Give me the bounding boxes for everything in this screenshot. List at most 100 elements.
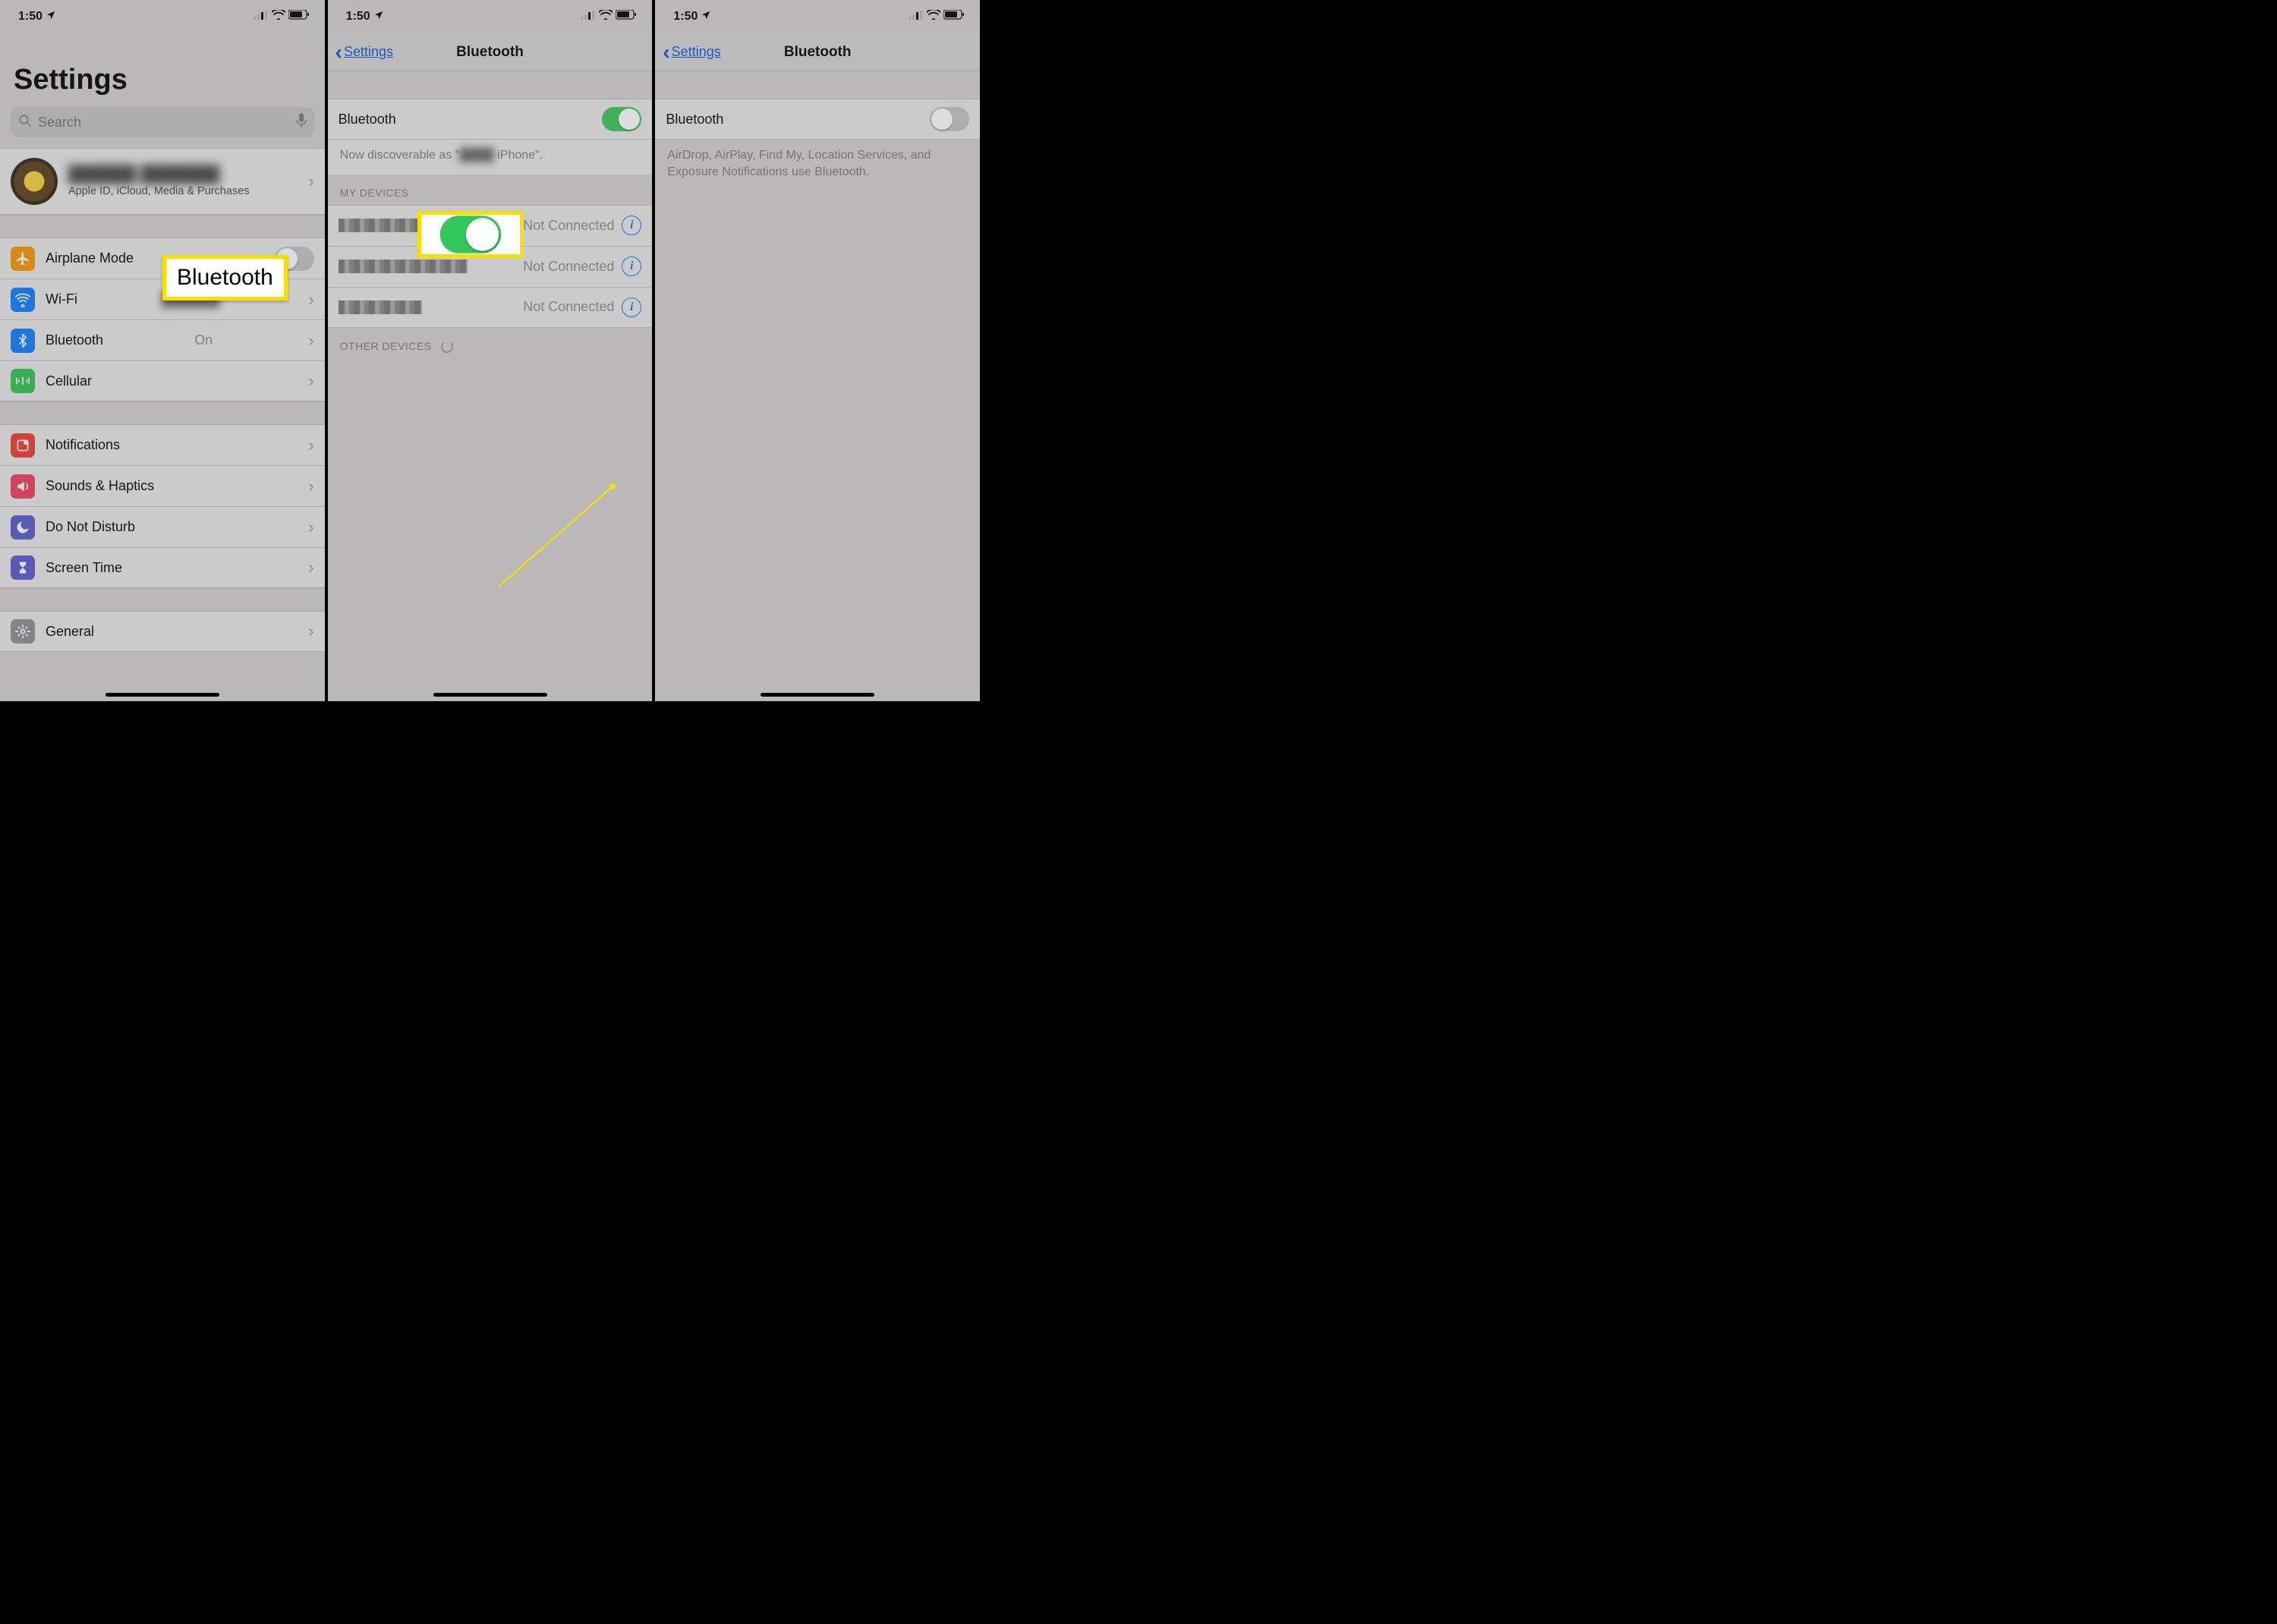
profile-subtitle: Apple ID, iCloud, Media & Purchases [68, 185, 308, 197]
nav-header: ‹ Settings Bluetooth [655, 33, 980, 71]
back-button[interactable]: ‹ Settings [660, 40, 720, 65]
wifi-icon [927, 10, 940, 24]
device-name-redacted [339, 301, 422, 314]
status-bar: 1:50 [655, 0, 980, 33]
my-devices-header: MY DEVICES [328, 175, 653, 205]
airplane-icon [11, 247, 35, 271]
status-time: 1:50 [673, 10, 698, 24]
status-bar: 1:50 [0, 0, 325, 33]
row-bluetooth[interactable]: Bluetooth On › [0, 319, 325, 360]
cellular-signal-icon [254, 10, 269, 24]
home-indicator[interactable] [433, 693, 547, 697]
row-label: Screen Time [46, 560, 122, 576]
back-button[interactable]: ‹ Settings [332, 40, 393, 65]
row-general[interactable]: General › [0, 611, 325, 652]
wifi-icon [599, 10, 613, 24]
discoverable-note: Now discoverable as "████ iPhone". [328, 140, 653, 175]
status-time: 1:50 [18, 10, 43, 24]
info-icon[interactable]: i [622, 257, 641, 276]
row-dnd[interactable]: Do Not Disturb › [0, 506, 325, 547]
row-screentime[interactable]: Screen Time › [0, 547, 325, 588]
moon-icon [11, 515, 35, 540]
callout-bluetooth: Bluetooth [162, 255, 288, 301]
row-label: General [46, 624, 94, 640]
chevron-left-icon: ‹ [335, 40, 342, 65]
bluetooth-toggle-row[interactable]: Bluetooth [655, 99, 980, 140]
chevron-right-icon: › [308, 436, 313, 455]
toggle-on-icon [439, 216, 501, 253]
device-status: Not Connected [523, 259, 614, 275]
bluetooth-toggle[interactable] [930, 107, 969, 131]
gear-icon [11, 619, 35, 644]
page-title: Settings [0, 33, 325, 104]
chevron-left-icon: ‹ [663, 40, 669, 65]
row-label: Bluetooth [666, 112, 723, 127]
bluetooth-toggle[interactable] [602, 107, 641, 131]
screen-bluetooth-off: 1:50 ‹ Settings Bluetooth Bluetooth AirD… [655, 0, 983, 701]
row-label: Notifications [46, 437, 120, 453]
chevron-right-icon: › [308, 558, 313, 578]
chevron-right-icon: › [308, 371, 313, 391]
device-row[interactable]: Not Connected i [328, 287, 653, 328]
callout-toggle [417, 211, 524, 258]
back-label: Settings [672, 44, 721, 60]
battery-icon [943, 10, 965, 24]
status-bar: 1:50 [328, 0, 653, 33]
location-arrow-icon [373, 10, 384, 24]
notifications-icon [11, 433, 35, 458]
screen-settings-main: 1:50 Settings Search █ [0, 0, 328, 701]
battery-icon [288, 10, 310, 24]
sounds-icon [11, 474, 35, 499]
cellular-signal-icon [581, 10, 596, 24]
row-sounds[interactable]: Sounds & Haptics › [0, 465, 325, 506]
status-time: 1:50 [346, 10, 370, 24]
bluetooth-toggle-row[interactable]: Bluetooth [328, 99, 653, 140]
wifi-icon [11, 288, 35, 312]
chevron-right-icon: › [308, 477, 313, 496]
device-status: Not Connected [523, 299, 614, 315]
location-arrow-icon [701, 10, 711, 24]
bluetooth-icon [11, 329, 35, 353]
avatar [11, 158, 58, 205]
wifi-icon [272, 10, 285, 24]
microphone-icon[interactable] [296, 113, 307, 132]
chevron-right-icon: › [308, 518, 313, 537]
cellular-signal-icon [909, 10, 924, 24]
device-name-redacted [339, 260, 468, 273]
apple-id-row[interactable]: ██████ ███████ Apple ID, iCloud, Media &… [0, 148, 325, 215]
cellular-icon [11, 369, 35, 393]
row-label: Sounds & Haptics [46, 478, 154, 494]
back-label: Settings [344, 44, 393, 60]
search-icon [18, 114, 32, 131]
search-placeholder: Search [38, 115, 81, 131]
screen-bluetooth-on: 1:50 ‹ Settings Bluetooth Bluetooth Now … [328, 0, 656, 701]
row-notifications[interactable]: Notifications › [0, 424, 325, 465]
row-label: Cellular [46, 373, 92, 389]
info-icon[interactable]: i [622, 216, 641, 235]
chevron-right-icon: › [308, 172, 313, 191]
hourglass-icon [11, 555, 35, 580]
row-label: Bluetooth [46, 332, 103, 348]
chevron-right-icon: › [308, 331, 313, 351]
row-value: On [194, 332, 213, 348]
location-arrow-icon [46, 10, 56, 24]
bluetooth-off-note: AirDrop, AirPlay, Find My, Location Serv… [655, 140, 980, 190]
battery-icon [616, 10, 637, 24]
spinner-icon [441, 341, 453, 353]
home-indicator[interactable] [106, 693, 219, 697]
row-cellular[interactable]: Cellular › [0, 360, 325, 401]
row-label: Airplane Mode [46, 250, 134, 266]
chevron-right-icon: › [308, 290, 313, 310]
home-indicator[interactable] [761, 693, 874, 697]
profile-name-redacted: ██████ ███████ [68, 165, 308, 184]
row-label: Do Not Disturb [46, 519, 135, 535]
row-label: Bluetooth [339, 112, 396, 127]
chevron-right-icon: › [308, 622, 313, 641]
device-status: Not Connected [523, 218, 614, 234]
info-icon[interactable]: i [622, 297, 641, 317]
other-devices-header: OTHER DEVICES [328, 328, 653, 359]
row-label: Wi-Fi [46, 291, 77, 307]
search-input[interactable]: Search [11, 107, 314, 137]
nav-header: ‹ Settings Bluetooth [328, 33, 653, 71]
leader-line [328, 359, 654, 701]
